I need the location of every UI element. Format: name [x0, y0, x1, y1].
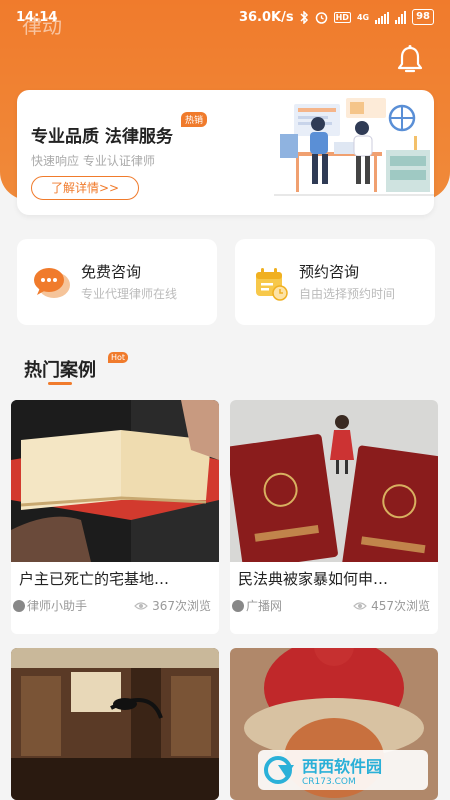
status-bar: 14:14 36.0K/s HD 4G 98	[0, 0, 450, 36]
promo-banner[interactable]: 专业品质 法律服务 热销 快速响应 专业认证律师 了解详情>>	[17, 90, 434, 215]
appointment-card[interactable]: 预约咨询 自由选择预约时间	[235, 239, 435, 325]
courtroom-image	[11, 648, 219, 800]
case-card[interactable]: 民法典被家暴如何申… 广播网 457次浏览	[230, 400, 438, 634]
bluetooth-icon	[300, 10, 308, 24]
appointment-subtitle: 自由选择预约时间	[299, 287, 396, 301]
section-badge: Hot	[108, 352, 129, 363]
free-consult-title: 免费咨询	[81, 263, 142, 281]
learn-more-button[interactable]: 了解详情>>	[31, 176, 139, 200]
signal-icon	[375, 11, 390, 24]
case-views: 457次浏览	[371, 599, 430, 613]
network-speed: 36.0K/s	[238, 9, 294, 25]
book-image	[11, 400, 219, 562]
banner-badge: 热销	[181, 112, 208, 127]
case-title: 民法典被家暴如何申…	[238, 570, 389, 588]
bell-icon[interactable]	[396, 44, 424, 76]
hd-icon: HD	[333, 11, 351, 23]
signal-icon-2	[395, 10, 407, 24]
avatar	[13, 599, 25, 612]
case-card[interactable]	[11, 648, 219, 800]
divorce-certificate-image	[230, 400, 438, 562]
section-underline	[48, 382, 72, 385]
network-type: 4G	[356, 12, 370, 22]
eye-icon	[353, 601, 367, 610]
eye-icon	[134, 601, 148, 610]
battery-icon: 98	[412, 9, 434, 25]
app-title: 律动	[22, 14, 62, 38]
watermark: 西西软件园 CR173.COM	[258, 750, 428, 790]
free-consult-subtitle: 专业代理律师在线	[81, 287, 178, 301]
section-title: 热门案例	[24, 360, 96, 381]
free-consult-card[interactable]: 免费咨询 专业代理律师在线	[17, 239, 217, 325]
banner-subtitle: 快速响应 专业认证律师	[31, 154, 155, 168]
watermark-text: 西西软件园	[302, 757, 383, 776]
case-title: 户主已死亡的宅基地…	[19, 570, 170, 588]
watermark-url: CR173.COM	[302, 777, 356, 787]
avatar	[232, 599, 244, 612]
case-views: 367次浏览	[152, 599, 211, 613]
case-author: 律师小助手	[27, 599, 88, 613]
case-card[interactable]: 户主已死亡的宅基地… 律师小助手 367次浏览	[11, 400, 219, 634]
appointment-title: 预约咨询	[299, 263, 360, 281]
case-author: 广播网	[246, 599, 283, 613]
chat-bubble-icon	[34, 268, 70, 298]
office-illustration	[274, 98, 434, 196]
watermark-logo-icon	[264, 756, 294, 784]
banner-title: 专业品质 法律服务	[31, 127, 173, 147]
alarm-icon	[315, 11, 327, 24]
calendar-clock-icon	[256, 268, 288, 301]
